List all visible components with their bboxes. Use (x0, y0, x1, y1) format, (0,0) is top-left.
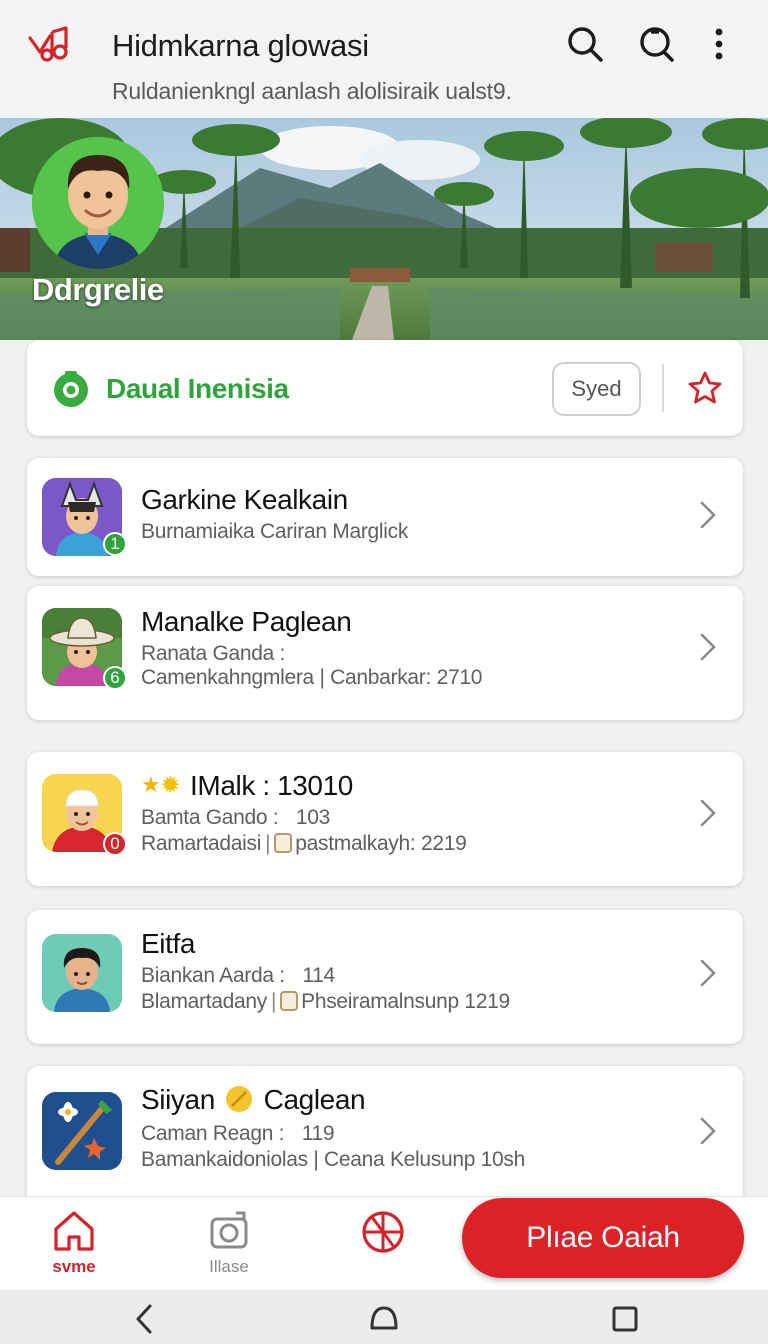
tab-home-label: svme (52, 1257, 96, 1276)
item-meta-line: Ranata Ganda : (141, 642, 286, 665)
camera-badge-icon (54, 371, 88, 407)
divider (662, 364, 664, 412)
item-meta-line: Biankan Aarda : 114 (141, 964, 335, 987)
tab-camera-label: Illase (209, 1257, 249, 1276)
profile-name: Ddrgrelie (32, 272, 164, 307)
chevron-right-icon (700, 1117, 716, 1145)
chevron-right-icon (700, 959, 716, 987)
list-item[interactable]: 1 Garkine Kealkain Burnamiaika Cariran M… (27, 458, 743, 576)
item-title: ★✹ IMalk : 13010 (141, 770, 353, 801)
moon-icon (226, 1086, 253, 1112)
list-item[interactable]: 0 ★✹ IMalk : 13010 Bamta Gando : 103 Rama… (27, 752, 743, 886)
item-title: Manalke Paglean (141, 606, 352, 637)
note-icon (274, 833, 293, 853)
music-logo-icon[interactable] (26, 24, 72, 64)
item-meta-line: Blamartadany | Phseiramalnsunp 1219 (141, 990, 510, 1013)
item-subtitle: Burnamiaika Cariran Marglick (141, 520, 409, 543)
home-nav-icon[interactable] (367, 1302, 401, 1336)
primary-action-button[interactable]: Plıae Oaiah (462, 1198, 744, 1278)
item-meta-line: Camenkahngmlera | Canbarkar: 2710 (141, 666, 483, 689)
back-icon[interactable] (128, 1302, 162, 1336)
globe-icon (362, 1211, 404, 1253)
home-icon (54, 1211, 94, 1251)
community-name: Daual Inenisia (106, 373, 289, 404)
tab-home[interactable]: svme (29, 1209, 119, 1279)
item-badge: 1 (103, 532, 127, 556)
sun-icon: ✹ (160, 772, 181, 799)
profile-avatar[interactable] (32, 137, 164, 269)
note-icon (280, 991, 299, 1011)
search-alt-icon[interactable] (634, 22, 678, 66)
item-meta-line: Caman Reagn : 119 (141, 1122, 335, 1145)
item-meta-line: Bamta Gando : 103 (141, 806, 331, 829)
chevron-right-icon (700, 633, 716, 661)
item-badge: 0 (103, 832, 127, 856)
item-title: Siiyan Caglean (141, 1084, 366, 1115)
item-avatar (42, 1092, 122, 1170)
item-badge: 6 (103, 666, 127, 690)
item-title: Garkine Kealkain (141, 484, 348, 515)
star-icon[interactable] (683, 366, 727, 410)
item-avatar (42, 934, 122, 1012)
tab-globe[interactable] (338, 1209, 428, 1279)
list-item[interactable]: 6 Manalke Paglean Ranata Ganda : Camenka… (27, 586, 743, 720)
list-item[interactable]: Siiyan Caglean Caman Reagn : 119 Bamanka… (27, 1066, 743, 1206)
app-title: Hidmkarna glowasi (112, 28, 369, 63)
star-icon: ★ (141, 772, 161, 797)
app-subtitle: Ruldanienkngl aanlash alolisiraik ualst9… (112, 78, 512, 104)
item-meta-line: Ramartadaisi | pastmalkayh: 2219 (141, 832, 467, 855)
chevron-right-icon (700, 501, 716, 529)
camera-icon (210, 1211, 248, 1249)
community-card: Daual Inenisia Syed (27, 340, 743, 436)
app-bar: Hidmkarna glowasi Ruldanienkngl aanlash … (0, 0, 768, 118)
item-meta-line: Bamankaidoniolas | Ceana Kelusunp 10sh (141, 1148, 525, 1171)
tab-camera[interactable]: Illase (184, 1209, 274, 1279)
chevron-right-icon (700, 799, 716, 827)
follow-button[interactable]: Syed (552, 362, 641, 416)
recents-icon[interactable] (608, 1302, 642, 1336)
list-item[interactable]: Eitfa Biankan Aarda : 114 Blamartadany | P… (27, 910, 743, 1044)
system-nav-bar (0, 1290, 768, 1344)
item-title: Eitfa (141, 928, 196, 959)
more-vert-icon[interactable] (697, 22, 741, 66)
search-icon[interactable] (563, 22, 607, 66)
